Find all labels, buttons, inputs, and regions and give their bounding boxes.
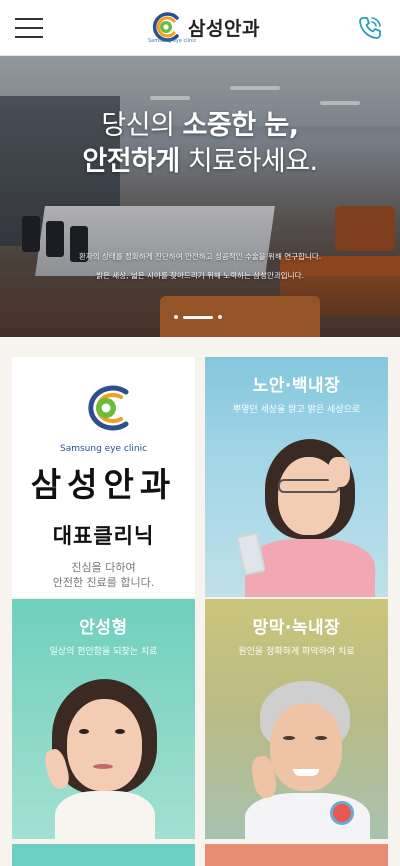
brand-name: 삼성안과 [188, 17, 260, 40]
slider-dot-active[interactable] [183, 315, 213, 319]
hero-description-1: 환자의 상태를 정확하게 진단하여 안전하고 성공적인 수술을 위해 연구합니다… [78, 252, 322, 261]
hero-title-light-1: 당신의 [101, 110, 183, 141]
intro-card: Samsung eye clinic 삼성안과 대표클리닉 진심을 다하여 안전… [12, 357, 195, 597]
hero-description-2: 밝은 세상, 넓은 시야를 찾아드리기 위해 노력하는 삼성안과입니다. [96, 271, 304, 280]
woman-with-phone-image [236, 439, 380, 597]
clinic-card-partial-left[interactable] [12, 844, 195, 866]
brand-logo-link[interactable]: 삼성안과 Samsung eye clinic [148, 10, 260, 44]
card-title: 노안·백내장 [252, 376, 341, 396]
brand-subtitle: Samsung eye clinic [148, 38, 197, 44]
senior-woman-image [235, 681, 375, 839]
card-title: 망막·녹내장 [252, 618, 341, 638]
hero-banner: 당신의 소중한 눈, 안전하게 치료하세요. 환자의 상태를 정확하게 진단하여… [0, 56, 400, 337]
young-woman-image [42, 679, 162, 839]
slider-dot[interactable] [218, 315, 222, 319]
hero-title: 당신의 소중한 눈, 안전하게 치료하세요. [0, 108, 400, 180]
intro-subtitle: 대표클리닉 [52, 524, 155, 548]
card-description: 뿌옇던 세상을 맑고 밝은 세상으로 [232, 405, 361, 415]
intro-english-name: Samsung eye clinic [59, 444, 148, 454]
site-header: 삼성안과 Samsung eye clinic [0, 0, 400, 56]
hero-title-bold-1: 소중한 눈, [182, 110, 300, 141]
intro-line-2: 안전한 진료를 합니다. [52, 576, 155, 589]
clinic-card-eye-plastic[interactable]: 안성형 일상의 편안함을 되찾는 치료 [12, 599, 195, 839]
clinic-card-presbyopia-cataract[interactable]: 노안·백내장 뿌옇던 세상을 맑고 밝은 세상으로 [205, 357, 388, 597]
slider-dot[interactable] [174, 315, 178, 319]
slider-pagination [174, 315, 222, 319]
hero-title-bold-2: 안전하게 [82, 146, 180, 177]
clinic-grid: Samsung eye clinic 삼성안과 대표클리닉 진심을 다하여 안전… [0, 337, 400, 866]
hero-overlay [0, 56, 400, 337]
intro-line-1: 진심을 다하여 [71, 561, 136, 574]
card-title: 안성형 [79, 618, 128, 638]
phone-call-icon[interactable] [356, 14, 384, 42]
logo-mark-icon [74, 384, 136, 432]
intro-clinic-name: 삼성안과 [30, 465, 177, 504]
clinic-card-partial-right[interactable] [205, 844, 388, 866]
hamburger-menu-icon[interactable] [15, 18, 43, 38]
card-description: 원인을 정확하게 파악하여 치료 [238, 647, 355, 657]
clinic-card-retina-glaucoma[interactable]: 망막·녹내장 원인을 정확하게 파악하여 치료 [205, 599, 388, 839]
hero-title-light-2: 치료하세요. [179, 146, 318, 177]
card-description: 일상의 편안함을 되찾는 치료 [49, 647, 158, 657]
